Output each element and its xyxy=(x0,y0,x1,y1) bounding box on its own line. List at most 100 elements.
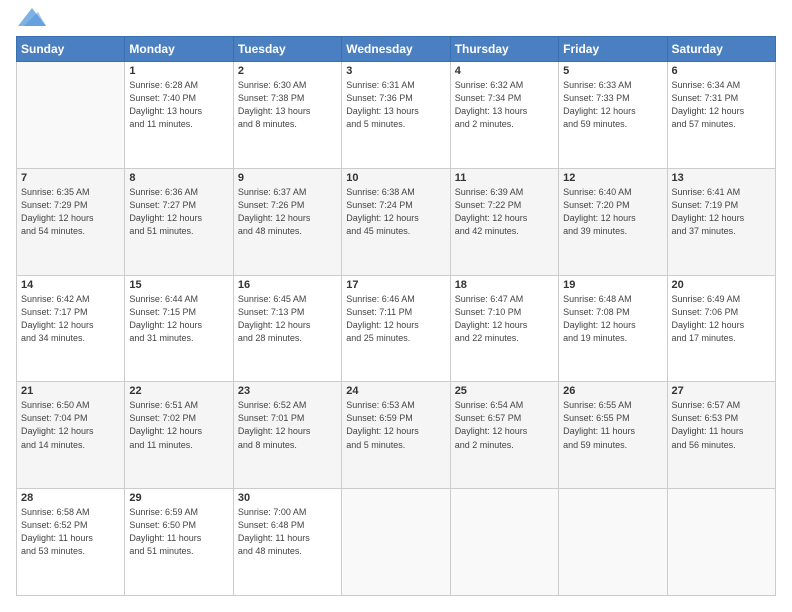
day-info: Sunrise: 6:37 AM Sunset: 7:26 PM Dayligh… xyxy=(238,186,337,238)
day-info: Sunrise: 6:58 AM Sunset: 6:52 PM Dayligh… xyxy=(21,506,120,558)
day-cell: 10 Sunrise: 6:38 AM Sunset: 7:24 PM Dayli… xyxy=(342,168,450,275)
day-cell xyxy=(342,489,450,596)
week-row-1: 1 Sunrise: 6:28 AM Sunset: 7:40 PM Daylig… xyxy=(17,62,776,169)
day-cell: 11 Sunrise: 6:39 AM Sunset: 7:22 PM Dayli… xyxy=(450,168,558,275)
day-info: Sunrise: 6:35 AM Sunset: 7:29 PM Dayligh… xyxy=(21,186,120,238)
day-info: Sunrise: 6:34 AM Sunset: 7:31 PM Dayligh… xyxy=(672,79,771,131)
day-number: 30 xyxy=(238,492,337,504)
day-info: Sunrise: 6:39 AM Sunset: 7:22 PM Dayligh… xyxy=(455,186,554,238)
day-info: Sunrise: 7:00 AM Sunset: 6:48 PM Dayligh… xyxy=(238,506,337,558)
day-number: 28 xyxy=(21,492,120,504)
day-number: 13 xyxy=(672,172,771,184)
day-info: Sunrise: 6:28 AM Sunset: 7:40 PM Dayligh… xyxy=(129,79,228,131)
day-info: Sunrise: 6:59 AM Sunset: 6:50 PM Dayligh… xyxy=(129,506,228,558)
day-cell xyxy=(17,62,125,169)
day-cell xyxy=(559,489,667,596)
day-cell: 21 Sunrise: 6:50 AM Sunset: 7:04 PM Dayli… xyxy=(17,382,125,489)
logo xyxy=(16,16,46,26)
day-number: 27 xyxy=(672,385,771,397)
day-info: Sunrise: 6:38 AM Sunset: 7:24 PM Dayligh… xyxy=(346,186,445,238)
day-cell: 17 Sunrise: 6:46 AM Sunset: 7:11 PM Dayli… xyxy=(342,275,450,382)
weekday-header-saturday: Saturday xyxy=(667,37,775,62)
day-info: Sunrise: 6:52 AM Sunset: 7:01 PM Dayligh… xyxy=(238,399,337,451)
day-cell: 18 Sunrise: 6:47 AM Sunset: 7:10 PM Dayli… xyxy=(450,275,558,382)
day-cell: 19Sunrise: 6:48 AM Sunset: 7:08 PM Dayli… xyxy=(559,275,667,382)
day-number: 23 xyxy=(238,385,337,397)
day-cell: 8 Sunrise: 6:36 AM Sunset: 7:27 PM Daylig… xyxy=(125,168,233,275)
day-info: Sunrise: 6:47 AM Sunset: 7:10 PM Dayligh… xyxy=(455,293,554,345)
day-cell: 16 Sunrise: 6:45 AM Sunset: 7:13 PM Dayli… xyxy=(233,275,341,382)
day-number: 21 xyxy=(21,385,120,397)
day-info: Sunrise: 6:55 AM Sunset: 6:55 PM Dayligh… xyxy=(563,399,662,451)
day-cell: 13 Sunrise: 6:41 AM Sunset: 7:19 PM Dayli… xyxy=(667,168,775,275)
day-number: 19 xyxy=(563,279,662,291)
day-info: Sunrise: 6:44 AM Sunset: 7:15 PM Dayligh… xyxy=(129,293,228,345)
day-info: Sunrise: 6:42 AM Sunset: 7:17 PM Dayligh… xyxy=(21,293,120,345)
day-number: 9 xyxy=(238,172,337,184)
page: SundayMondayTuesdayWednesdayThursdayFrid… xyxy=(0,0,792,612)
day-number: 25 xyxy=(455,385,554,397)
day-cell: 22Sunrise: 6:51 AM Sunset: 7:02 PM Dayli… xyxy=(125,382,233,489)
day-info: Sunrise: 6:54 AM Sunset: 6:57 PM Dayligh… xyxy=(455,399,554,451)
day-cell: 2 Sunrise: 6:30 AM Sunset: 7:38 PM Daylig… xyxy=(233,62,341,169)
day-info: Sunrise: 6:41 AM Sunset: 7:19 PM Dayligh… xyxy=(672,186,771,238)
day-info: Sunrise: 6:32 AM Sunset: 7:34 PM Dayligh… xyxy=(455,79,554,131)
day-cell: 14Sunrise: 6:42 AM Sunset: 7:17 PM Dayli… xyxy=(17,275,125,382)
week-row-2: 7 Sunrise: 6:35 AM Sunset: 7:29 PM Daylig… xyxy=(17,168,776,275)
day-number: 18 xyxy=(455,279,554,291)
day-cell: 29 Sunrise: 6:59 AM Sunset: 6:50 PM Dayli… xyxy=(125,489,233,596)
day-number: 16 xyxy=(238,279,337,291)
weekday-header-thursday: Thursday xyxy=(450,37,558,62)
day-cell xyxy=(667,489,775,596)
day-info: Sunrise: 6:40 AM Sunset: 7:20 PM Dayligh… xyxy=(563,186,662,238)
day-number: 8 xyxy=(129,172,228,184)
day-number: 24 xyxy=(346,385,445,397)
day-info: Sunrise: 6:51 AM Sunset: 7:02 PM Dayligh… xyxy=(129,399,228,451)
day-cell: 4 Sunrise: 6:32 AM Sunset: 7:34 PM Daylig… xyxy=(450,62,558,169)
day-number: 3 xyxy=(346,65,445,77)
day-info: Sunrise: 6:53 AM Sunset: 6:59 PM Dayligh… xyxy=(346,399,445,451)
day-info: Sunrise: 6:46 AM Sunset: 7:11 PM Dayligh… xyxy=(346,293,445,345)
day-number: 17 xyxy=(346,279,445,291)
day-cell: 23 Sunrise: 6:52 AM Sunset: 7:01 PM Dayli… xyxy=(233,382,341,489)
calendar: SundayMondayTuesdayWednesdayThursdayFrid… xyxy=(16,36,776,596)
day-info: Sunrise: 6:33 AM Sunset: 7:33 PM Dayligh… xyxy=(563,79,662,131)
day-number: 29 xyxy=(129,492,228,504)
weekday-header-sunday: Sunday xyxy=(17,37,125,62)
day-cell: 6 Sunrise: 6:34 AM Sunset: 7:31 PM Daylig… xyxy=(667,62,775,169)
weekday-header-monday: Monday xyxy=(125,37,233,62)
day-cell: 25 Sunrise: 6:54 AM Sunset: 6:57 PM Dayli… xyxy=(450,382,558,489)
day-info: Sunrise: 6:31 AM Sunset: 7:36 PM Dayligh… xyxy=(346,79,445,131)
day-cell: 30 Sunrise: 7:00 AM Sunset: 6:48 PM Dayli… xyxy=(233,489,341,596)
day-number: 4 xyxy=(455,65,554,77)
day-info: Sunrise: 6:36 AM Sunset: 7:27 PM Dayligh… xyxy=(129,186,228,238)
day-number: 15 xyxy=(129,279,228,291)
day-number: 1 xyxy=(129,65,228,77)
day-info: Sunrise: 6:50 AM Sunset: 7:04 PM Dayligh… xyxy=(21,399,120,451)
weekday-header-friday: Friday xyxy=(559,37,667,62)
day-number: 10 xyxy=(346,172,445,184)
day-cell: 27Sunrise: 6:57 AM Sunset: 6:53 PM Dayli… xyxy=(667,382,775,489)
day-cell: 12 Sunrise: 6:40 AM Sunset: 7:20 PM Dayli… xyxy=(559,168,667,275)
day-number: 7 xyxy=(21,172,120,184)
day-number: 26 xyxy=(563,385,662,397)
day-cell: 24 Sunrise: 6:53 AM Sunset: 6:59 PM Dayli… xyxy=(342,382,450,489)
day-info: Sunrise: 6:30 AM Sunset: 7:38 PM Dayligh… xyxy=(238,79,337,131)
day-cell xyxy=(450,489,558,596)
day-number: 2 xyxy=(238,65,337,77)
header xyxy=(16,16,776,26)
day-cell: 15 Sunrise: 6:44 AM Sunset: 7:15 PM Dayli… xyxy=(125,275,233,382)
week-row-4: 21 Sunrise: 6:50 AM Sunset: 7:04 PM Dayli… xyxy=(17,382,776,489)
day-info: Sunrise: 6:45 AM Sunset: 7:13 PM Dayligh… xyxy=(238,293,337,345)
day-cell: 3 Sunrise: 6:31 AM Sunset: 7:36 PM Daylig… xyxy=(342,62,450,169)
day-number: 12 xyxy=(563,172,662,184)
day-number: 6 xyxy=(672,65,771,77)
day-number: 11 xyxy=(455,172,554,184)
day-cell: 26 Sunrise: 6:55 AM Sunset: 6:55 PM Dayli… xyxy=(559,382,667,489)
day-cell: 5Sunrise: 6:33 AM Sunset: 7:33 PM Daylig… xyxy=(559,62,667,169)
weekday-header-wednesday: Wednesday xyxy=(342,37,450,62)
week-row-3: 14Sunrise: 6:42 AM Sunset: 7:17 PM Dayli… xyxy=(17,275,776,382)
weekday-header-row: SundayMondayTuesdayWednesdayThursdayFrid… xyxy=(17,37,776,62)
day-cell: 7 Sunrise: 6:35 AM Sunset: 7:29 PM Daylig… xyxy=(17,168,125,275)
logo-icon xyxy=(18,8,46,26)
